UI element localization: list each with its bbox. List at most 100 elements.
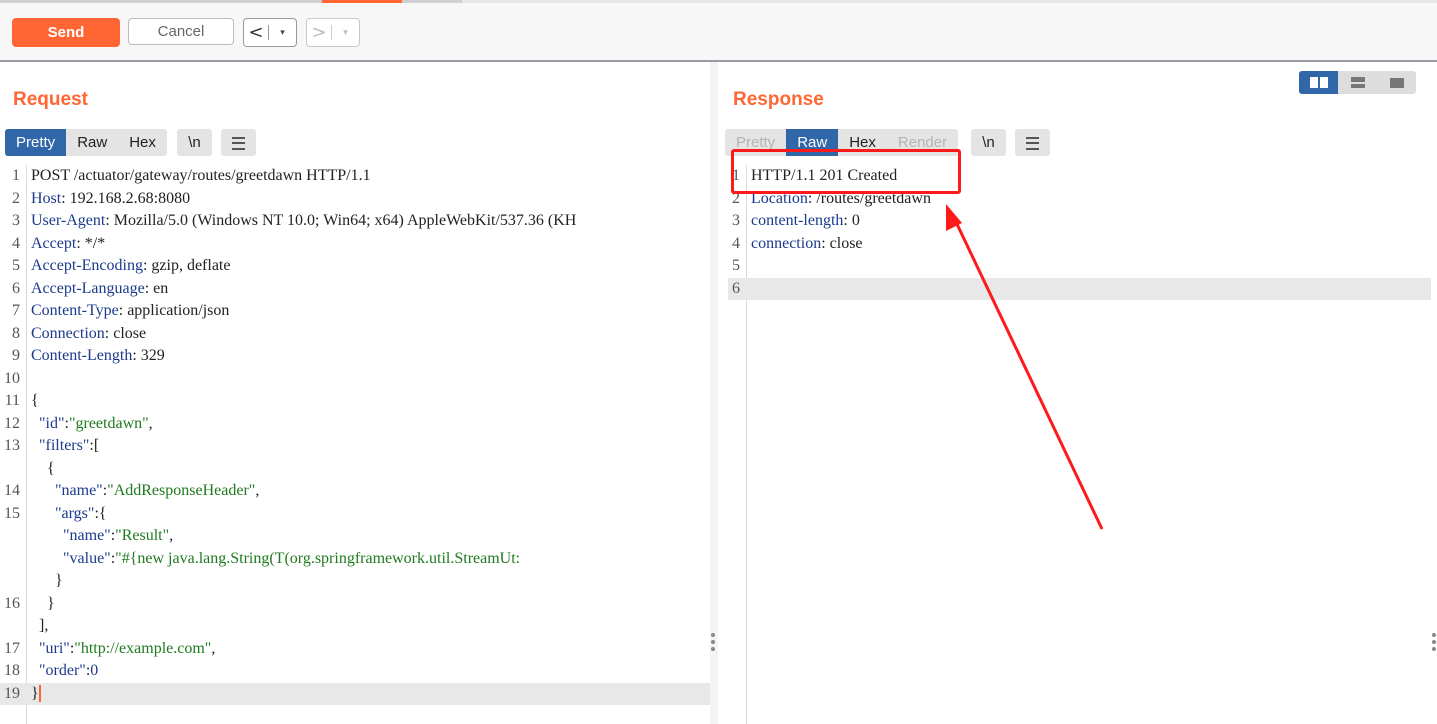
request-editor[interactable]: 1 POST /actuator/gateway/routes/greetdawn… [0, 165, 710, 724]
code-token: "uri" [31, 639, 70, 657]
response-resize-handle[interactable] [1432, 633, 1436, 651]
code-token: "#{new java.lang.String(T(org.springfram… [115, 549, 521, 567]
menu-icon [1026, 136, 1039, 150]
text-caret [38, 685, 41, 703]
code-line: "name":"Result", [0, 525, 710, 548]
code-token: : 329 [132, 347, 165, 364]
line-code: Accept-Encoding: gzip, deflate [31, 255, 230, 278]
code-token: "value" [31, 549, 111, 567]
code-line: 4 Accept: */* [0, 233, 710, 256]
code-token: "order" [31, 662, 86, 679]
line-number: 1 [12, 167, 20, 184]
code-line: 17 "uri":"http://example.com", [0, 638, 710, 661]
response-editor[interactable]: 1 HTTP/1.1 201 Created 2 Location: /routes/… [728, 165, 1431, 724]
code-line: 16 } [0, 593, 710, 616]
code-token: content-length [751, 212, 844, 229]
code-token: :[ [89, 437, 100, 454]
response-newline-toggle[interactable]: \n [971, 129, 1006, 156]
forward-dropdown-icon[interactable]: ▾ [332, 28, 359, 38]
layout-split-rows-icon [1350, 77, 1365, 88]
code-token: { [31, 459, 55, 477]
code-line: 4 connection: close [728, 233, 1431, 256]
forward-button[interactable]: > ▾ [306, 18, 360, 47]
code-token: : Mozilla/5.0 (Windows NT 10.0; Win64; x… [105, 212, 577, 229]
code-token: connection [751, 234, 822, 252]
code-line: 3 User-Agent: Mozilla/5.0 (Windows NT 10.… [0, 210, 710, 233]
code-line: { [0, 458, 710, 481]
layout-split-columns-icon [1309, 77, 1328, 88]
code-token: : close [821, 234, 863, 252]
line-number: 17 [4, 639, 20, 657]
panel-divider[interactable] [710, 62, 718, 724]
line-number: 19 [4, 684, 20, 702]
line-code: { [31, 458, 55, 481]
send-button[interactable]: Send [12, 18, 120, 47]
code-line: "value":"#{new java.lang.String(T(org.sp… [0, 548, 710, 571]
line-number: 8 [12, 324, 20, 342]
line-code: Content-Length: 329 [31, 345, 165, 368]
toolbar: Send Cancel < ▾ > ▾ [0, 3, 1437, 62]
forward-arrow-icon: > [311, 22, 327, 43]
code-token: User-Agent [31, 212, 106, 229]
code-token: "filters" [31, 437, 90, 454]
code-token: Accept-Encoding [31, 257, 143, 274]
line-code: content-length: 0 [751, 210, 860, 233]
line-number: 5 [12, 257, 20, 274]
layout-single-icon [1389, 77, 1404, 88]
back-dropdown-icon[interactable]: ▾ [269, 28, 296, 38]
layout-split-columns-button[interactable] [1299, 71, 1338, 94]
code-token: : 0 [843, 212, 860, 229]
cancel-button[interactable]: Cancel [128, 18, 234, 45]
line-code: } [31, 593, 55, 616]
code-token: Accept-Language [31, 279, 145, 297]
tab-pretty[interactable]: Pretty [5, 129, 67, 156]
code-token: Accept [31, 234, 77, 252]
code-token: : gzip, deflate [142, 257, 231, 274]
layout-single-button[interactable] [1377, 71, 1416, 94]
request-newline-toggle[interactable]: \n [177, 129, 212, 156]
code-token: : application/json [118, 302, 230, 319]
line-number: 12 [4, 414, 20, 432]
line-number: 13 [4, 437, 20, 454]
code-line: 6 [728, 277, 1431, 300]
line-number: 10 [4, 369, 20, 387]
code-token: } [31, 684, 39, 702]
request-title: Request [13, 89, 88, 110]
line-code: Host: 192.168.2.68:8080 [31, 188, 190, 211]
request-menu-button[interactable] [221, 129, 256, 156]
code-line: 11 { [0, 390, 710, 413]
code-line: 14 "name":"AddResponseHeader", [0, 480, 710, 503]
line-number: 3 [732, 212, 740, 229]
code-line: 19} [0, 682, 710, 706]
response-title: Response [733, 89, 824, 110]
line-code: Content-Type: application/json [31, 300, 229, 323]
back-arrow-icon: < [248, 22, 264, 43]
code-token: "id" [31, 414, 65, 432]
layout-toggle [1299, 71, 1416, 94]
line-number: 4 [12, 234, 20, 252]
code-token: , [211, 639, 216, 657]
line-number: 6 [732, 279, 740, 297]
code-token: } [31, 572, 63, 589]
tab-raw[interactable]: Raw [66, 129, 118, 156]
code-line: 13 "filters":[ [0, 435, 710, 458]
code-token: : */* [76, 234, 106, 252]
tab-hex[interactable]: Hex [118, 129, 167, 156]
line-number: 4 [732, 234, 740, 252]
code-line: ], [0, 615, 710, 638]
code-token: "Result" [115, 527, 170, 544]
code-token: "name" [31, 527, 111, 544]
code-token: , [255, 482, 260, 499]
line-number: 7 [12, 302, 20, 319]
response-menu-button[interactable] [1015, 129, 1050, 156]
back-button[interactable]: < ▾ [243, 18, 297, 47]
code-line: 8 Connection: close [0, 323, 710, 346]
line-code: } [31, 683, 41, 706]
code-token: ], [31, 617, 49, 634]
code-token: "greetdawn" [68, 414, 149, 432]
request-resize-handle[interactable] [711, 633, 715, 651]
code-token: "name" [31, 482, 103, 499]
layout-split-rows-button[interactable] [1338, 71, 1377, 94]
line-number: 14 [4, 482, 20, 499]
line-number: 18 [4, 662, 20, 679]
